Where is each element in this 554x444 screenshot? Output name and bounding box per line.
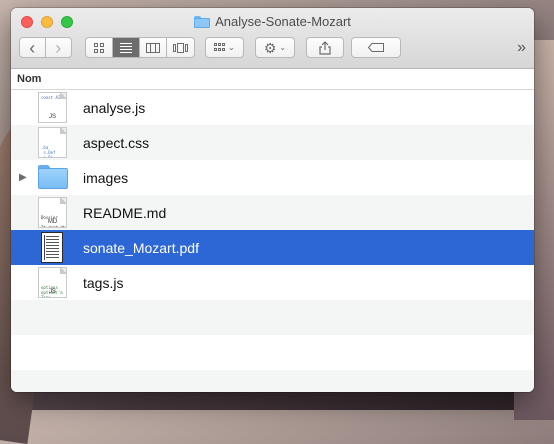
action-button[interactable]: ⚙ ⌄ — [255, 37, 295, 58]
chevron-down-icon: ⌄ — [279, 42, 287, 52]
list-view-icon — [120, 42, 132, 53]
file-row-selected[interactable]: sonate_Mozart.pdf — [11, 230, 534, 265]
file-ext-label: JS — [48, 289, 56, 295]
toolbar-overflow-button[interactable]: » — [517, 37, 526, 58]
disclosure-triangle-icon[interactable]: ▶ — [19, 172, 27, 183]
file-icon-preview-text: .ba s.Def s.Do # sectionIt — [41, 145, 56, 158]
column-view-icon — [146, 42, 160, 53]
file-ext-label: JS — [48, 114, 56, 120]
finder-window: Analyse-Sonate-Mozart ‹ › ⌄ ⚙ ⌄ » Nom co… — [11, 8, 534, 392]
markdown-file-icon: Dossier It.dozt.dt MD — [38, 197, 67, 228]
forward-icon: › — [55, 37, 62, 58]
share-icon — [319, 40, 331, 55]
file-row[interactable]: const AI JS analyse.js — [11, 90, 534, 125]
empty-row — [11, 370, 534, 392]
file-name: tags.js — [83, 274, 124, 291]
css-file-icon: .ba s.Def s.Do # sectionIt — [38, 127, 67, 158]
icon-view-button[interactable] — [86, 38, 113, 57]
folder-icon — [38, 165, 68, 189]
gear-icon: ⚙ — [263, 39, 277, 56]
column-view-button[interactable] — [140, 38, 167, 57]
file-name: analyse.js — [83, 99, 146, 116]
file-name: sonate_Mozart.pdf — [83, 239, 199, 256]
title-bar: Analyse-Sonate-Mozart ‹ › ⌄ ⚙ ⌄ » — [11, 8, 534, 69]
empty-row — [11, 335, 534, 370]
chevron-double-right-icon: » — [517, 38, 526, 56]
list-view-button[interactable] — [113, 38, 140, 57]
gallery-view-button[interactable] — [167, 38, 194, 57]
back-button[interactable]: ‹ — [20, 38, 46, 57]
file-row[interactable]: options option('a Tags = sco js JS tags.… — [11, 265, 534, 300]
view-switcher — [85, 37, 195, 58]
file-row[interactable]: Dossier It.dozt.dt MD README.md — [11, 195, 534, 230]
group-icon — [214, 42, 226, 53]
file-list: const AI JS analyse.js .ba s.Def s.Do # … — [11, 90, 534, 392]
group-by-button[interactable]: ⌄ — [205, 37, 244, 58]
js-file-icon: const AI JS — [38, 92, 67, 123]
icon-view-icon — [94, 42, 104, 53]
file-row[interactable]: .ba s.Def s.Do # sectionIt aspect.css — [11, 125, 534, 160]
file-name: aspect.css — [83, 134, 150, 151]
js-file-icon: options option('a Tags = sco js JS — [38, 267, 67, 298]
tags-button[interactable] — [351, 37, 401, 58]
file-ext-label: MD — [47, 219, 58, 225]
tag-icon — [368, 43, 384, 52]
toolbar: ‹ › ⌄ ⚙ ⌄ » — [19, 37, 526, 59]
empty-row — [11, 300, 534, 335]
window-title: Analyse-Sonate-Mozart — [11, 14, 534, 29]
folder-row[interactable]: ▶ images — [11, 160, 534, 195]
back-icon: ‹ — [29, 37, 36, 58]
share-button[interactable] — [306, 37, 344, 58]
file-name: images — [83, 169, 129, 186]
forward-button[interactable]: › — [46, 38, 71, 57]
navigation-buttons: ‹ › — [19, 37, 72, 58]
column-header-label: Nom — [17, 73, 42, 85]
window-title-text: Analyse-Sonate-Mozart — [215, 14, 351, 29]
chevron-down-icon: ⌄ — [228, 42, 235, 52]
column-header-name[interactable]: Nom — [11, 69, 534, 90]
file-name: README.md — [83, 204, 167, 221]
pdf-file-icon — [41, 232, 63, 263]
gallery-view-icon — [172, 42, 189, 53]
folder-icon — [194, 15, 211, 28]
